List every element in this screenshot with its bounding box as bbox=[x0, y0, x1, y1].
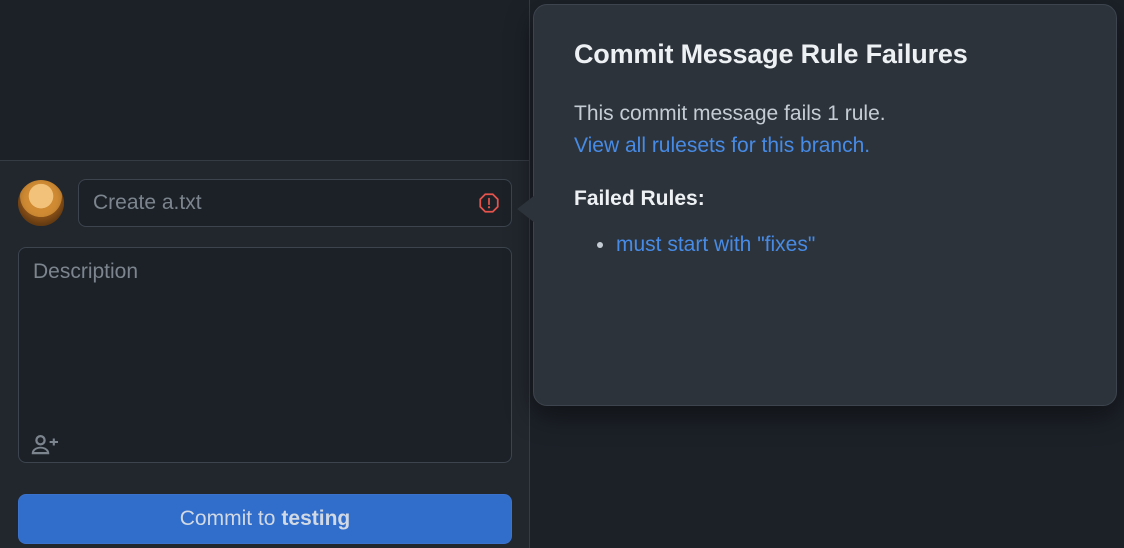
commit-description-input[interactable] bbox=[18, 247, 512, 463]
person-add-icon bbox=[30, 428, 58, 456]
popover-pointer bbox=[517, 195, 535, 223]
failed-rules-list: must start with "fixes" bbox=[574, 233, 1076, 257]
failed-rules-heading: Failed Rules: bbox=[574, 187, 1076, 211]
rule-failure-popover: Commit Message Rule Failures This commit… bbox=[533, 4, 1117, 406]
panel-divider bbox=[529, 0, 530, 548]
summary-input-wrap bbox=[78, 179, 512, 227]
commit-button-branch: testing bbox=[281, 507, 350, 531]
list-item: must start with "fixes" bbox=[616, 233, 1076, 257]
view-rulesets-link[interactable]: View all rulesets for this branch. bbox=[574, 130, 870, 162]
summary-row bbox=[18, 179, 512, 227]
commit-button-prefix: Commit to bbox=[180, 507, 276, 531]
avatar[interactable] bbox=[18, 180, 64, 226]
alert-icon[interactable] bbox=[478, 192, 500, 214]
popover-body: This commit message fails 1 rule. bbox=[574, 98, 1076, 130]
commit-panel: Commit to testing bbox=[0, 160, 530, 548]
description-wrap bbox=[18, 247, 512, 468]
commit-button[interactable]: Commit to testing bbox=[18, 494, 512, 544]
add-coauthor-button[interactable] bbox=[28, 426, 60, 458]
popover-title: Commit Message Rule Failures bbox=[574, 39, 1076, 70]
commit-summary-input[interactable] bbox=[78, 179, 512, 227]
failed-rule-link[interactable]: must start with "fixes" bbox=[616, 233, 815, 256]
